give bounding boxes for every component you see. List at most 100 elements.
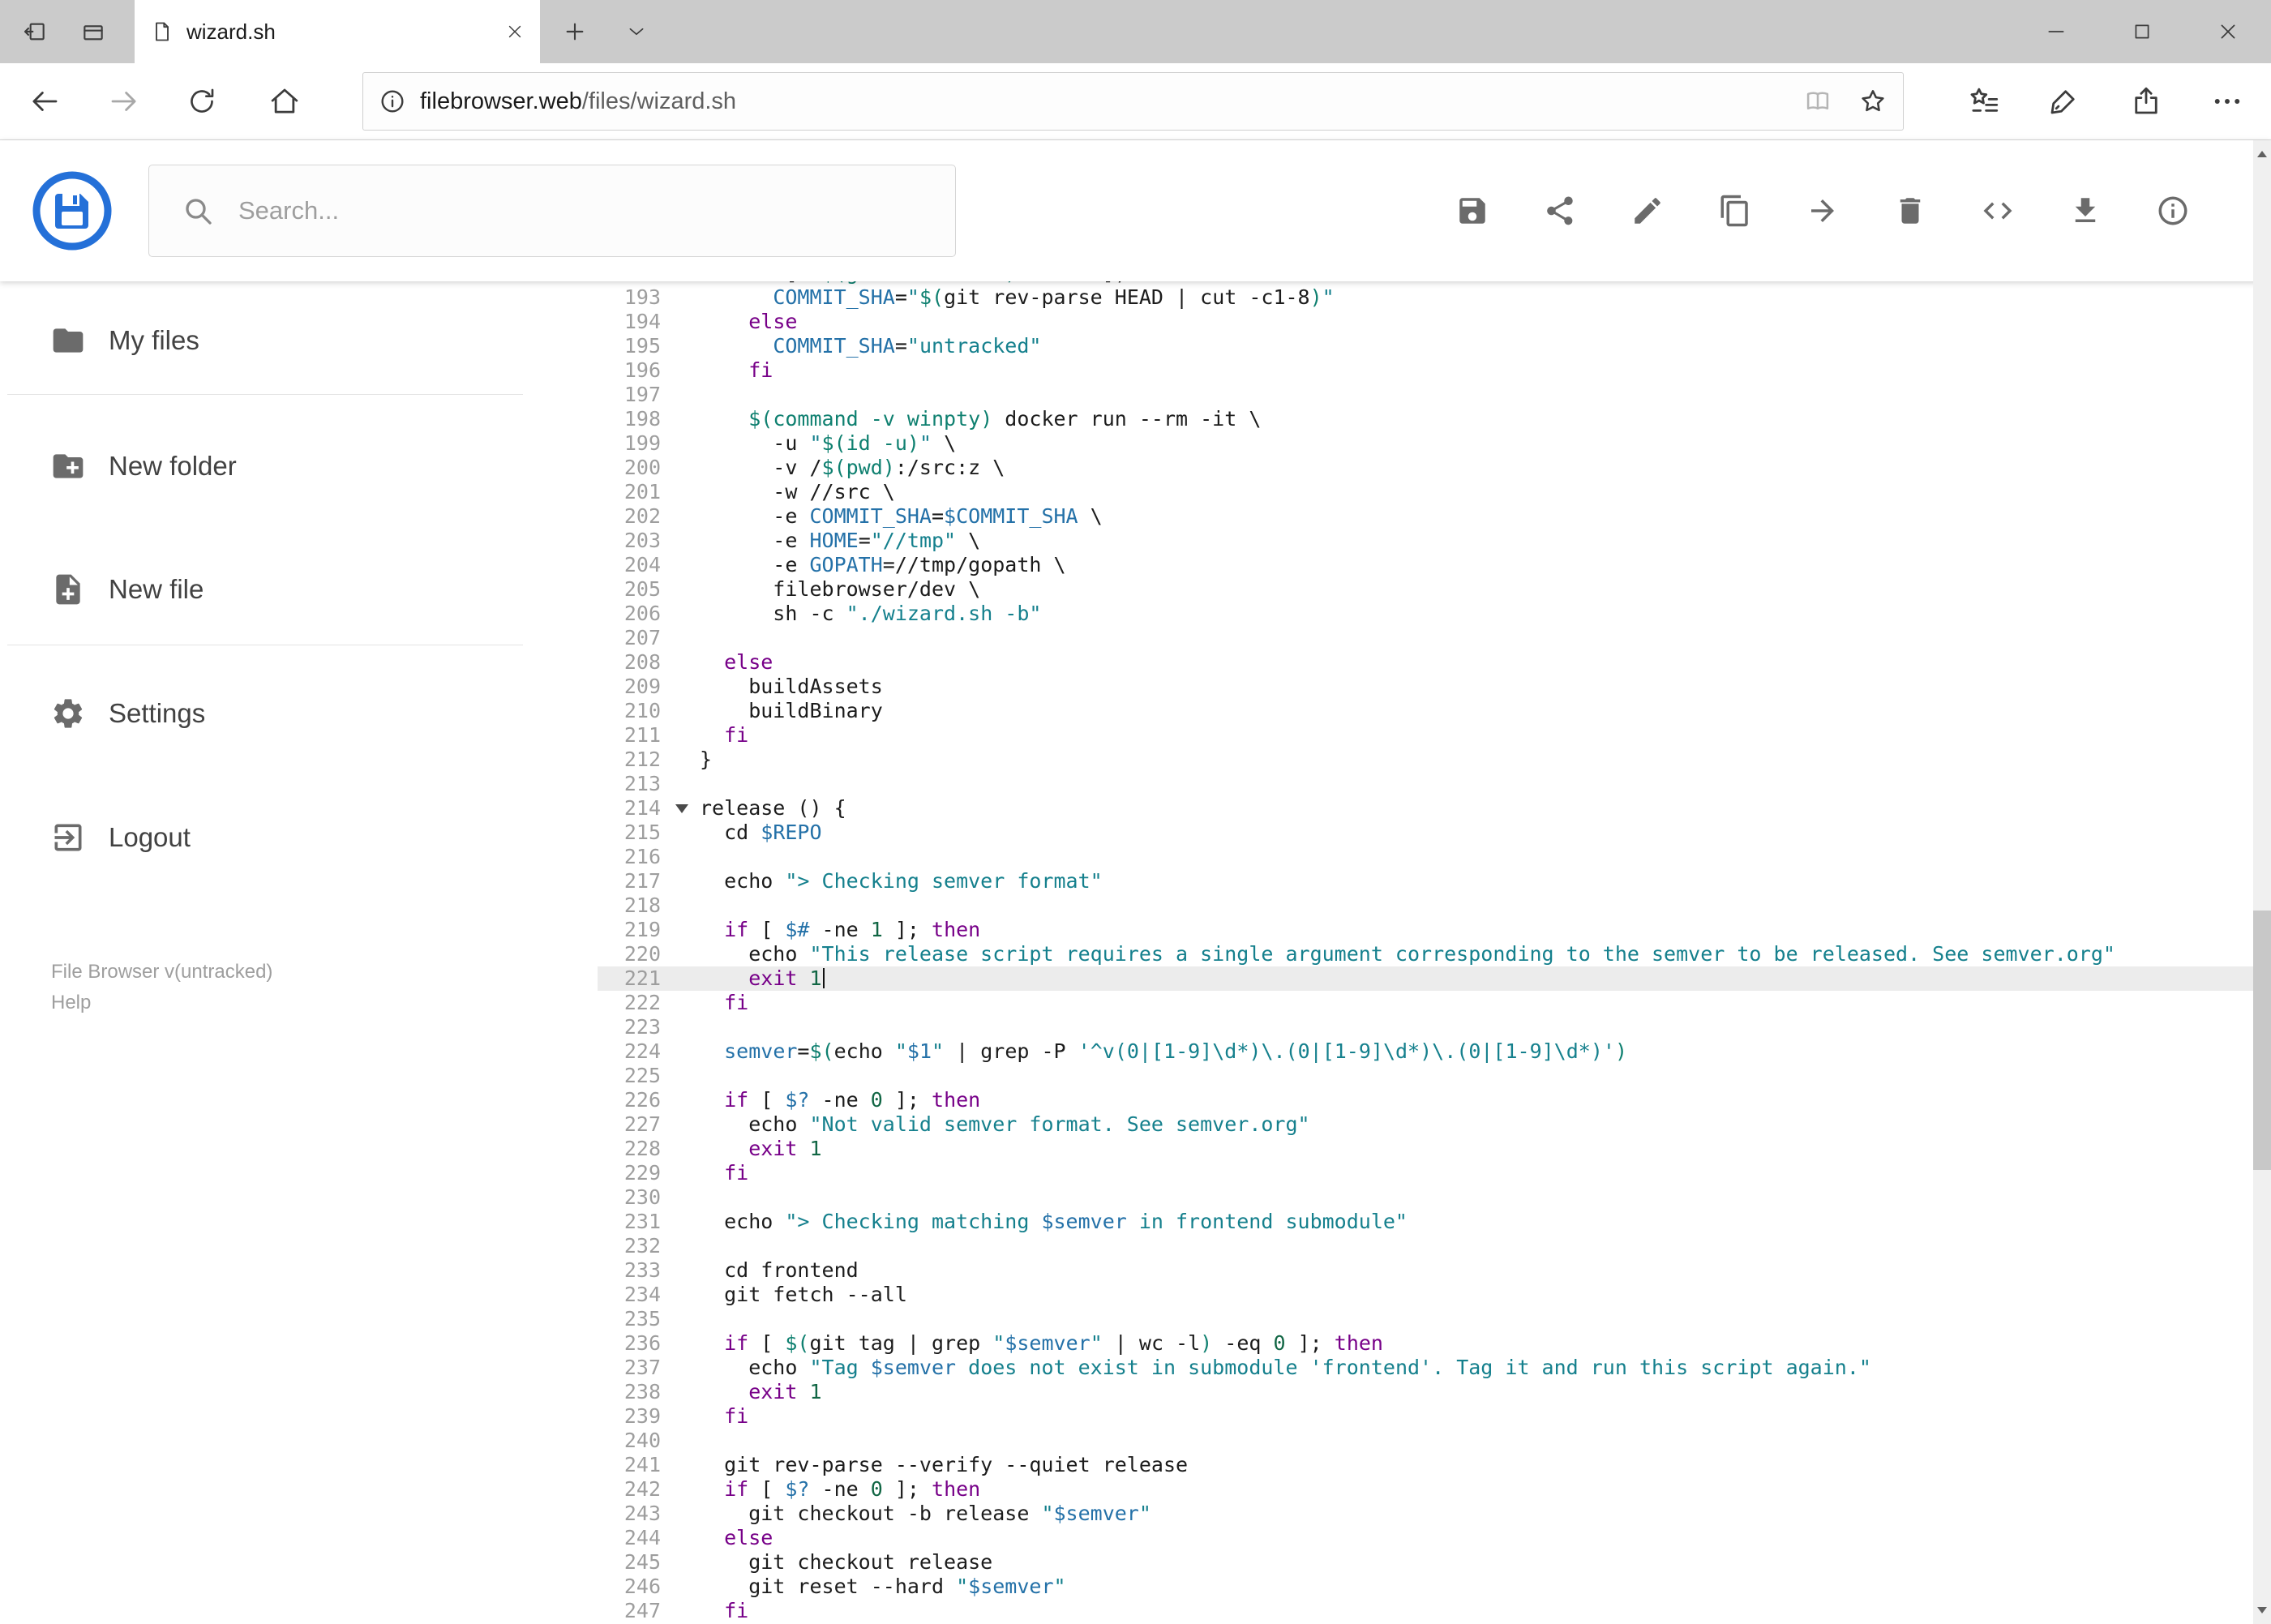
sidebar-item-logout[interactable]: Logout [0,793,598,882]
code-line[interactable]: 239 fi [598,1404,2253,1429]
refresh-icon[interactable] [175,63,229,139]
scrollbar-thumb[interactable] [2253,911,2271,1170]
code-line[interactable]: 205 filebrowser/dev \ [598,577,2253,602]
tab-close-icon[interactable] [506,23,524,41]
code-line[interactable]: 247 fi [598,1599,2253,1623]
scroll-down-icon[interactable] [2253,1596,2271,1624]
code-line[interactable]: 217 echo "> Checking semver format" [598,869,2253,893]
help-link[interactable]: Help [51,988,272,1018]
code-line[interactable]: 236 if [ $(git tag | grep "$semver" | wc… [598,1331,2253,1356]
code-line[interactable]: 229 fi [598,1161,2253,1185]
search-bar[interactable] [148,165,956,257]
set-tabs-aside-icon[interactable] [10,0,60,63]
minimize-icon[interactable] [2013,0,2099,63]
scroll-up-icon[interactable] [2253,140,2271,168]
info-icon[interactable] [2156,194,2190,228]
code-line[interactable]: 240 [598,1429,2253,1453]
code-line[interactable]: 220 echo "This release script requires a… [598,942,2253,966]
code-editor[interactable]: 192 if [ "$(git status -s)" = "" ]; then… [598,281,2253,1624]
code-line[interactable]: 200 -v /$(pwd):/src:z \ [598,456,2253,480]
sidebar-item-new-folder[interactable]: New folder [0,422,598,511]
code-line[interactable]: 245 git checkout release [598,1550,2253,1575]
forward-icon[interactable] [97,63,151,139]
code-line[interactable]: 207 [598,626,2253,650]
address-bar[interactable]: filebrowser.web/files/wizard.sh [362,72,1904,131]
code-line[interactable]: 202 -e COMMIT_SHA=$COMMIT_SHA \ [598,504,2253,529]
search-input[interactable] [237,195,944,226]
code-line[interactable]: 221 exit 1 [598,966,2253,991]
code-line[interactable]: 196 fi [598,358,2253,383]
code-line[interactable]: 199 -u "$(id -u)" \ [598,431,2253,456]
code-line[interactable]: 216 [598,845,2253,869]
code-line[interactable]: 227 echo "Not valid semver format. See s… [598,1112,2253,1137]
code-line[interactable]: 197 [598,383,2253,407]
code-line[interactable]: 215 cd $REPO [598,821,2253,845]
code-line[interactable]: 210 buildBinary [598,699,2253,723]
share-page-icon[interactable] [2115,63,2178,139]
web-note-pen-icon[interactable] [2032,63,2095,139]
delete-trash-icon[interactable] [1893,194,1927,228]
code-line[interactable]: 238 exit 1 [598,1380,2253,1404]
code-line[interactable]: 218 [598,893,2253,918]
code-line[interactable]: 231 echo "> Checking matching $semver in… [598,1210,2253,1234]
code-line[interactable]: 234 git fetch --all [598,1283,2253,1307]
code-line[interactable]: 224 semver=$(echo "$1" | grep -P '^v(0|[… [598,1039,2253,1064]
code-line[interactable]: 209 buildAssets [598,675,2253,699]
page-scrollbar[interactable] [2253,140,2271,1624]
code-line[interactable]: 226 if [ $? -ne 0 ]; then [598,1088,2253,1112]
download-icon[interactable] [2068,194,2102,228]
code-line[interactable]: 230 [598,1185,2253,1210]
code-line[interactable]: 219 if [ $# -ne 1 ]; then [598,918,2253,942]
home-icon[interactable] [258,63,311,139]
new-tab-icon[interactable] [548,0,602,63]
code-line[interactable]: 222 fi [598,991,2253,1015]
tab-list-chevron-icon[interactable] [610,0,663,63]
share-icon[interactable] [1543,194,1577,228]
code-line[interactable]: 244 else [598,1526,2253,1550]
close-window-icon[interactable] [2185,0,2271,63]
move-arrow-icon[interactable] [1806,194,1840,228]
code-line[interactable]: 208 else [598,650,2253,675]
code-line[interactable]: 198 $(command -v winpty) docker run --rm… [598,407,2253,431]
code-line[interactable]: 232 [598,1234,2253,1258]
code-line[interactable]: 201 -w //src \ [598,480,2253,504]
add-favorite-star-icon[interactable] [1858,86,1888,117]
code-line[interactable]: 214 release () { [598,796,2253,821]
site-info-icon[interactable] [378,87,407,116]
code-line[interactable]: 237 echo "Tag $semver does not exist in … [598,1356,2253,1380]
save-icon[interactable] [1455,194,1489,228]
fold-arrow-icon[interactable] [675,804,688,813]
sidebar-item-new-file[interactable]: New file [0,545,598,634]
rename-pencil-icon[interactable] [1630,194,1665,228]
code-line[interactable]: 204 -e GOPATH=//tmp/gopath \ [598,553,2253,577]
code-line[interactable]: 246 git reset --hard "$semver" [598,1575,2253,1599]
code-line[interactable]: 241 git rev-parse --verify --quiet relea… [598,1453,2253,1477]
more-menu-icon[interactable] [2196,63,2259,139]
code-line[interactable]: 228 exit 1 [598,1137,2253,1161]
code-line[interactable]: 203 -e HOME="//tmp" \ [598,529,2253,553]
tab-preview-icon[interactable] [68,0,118,63]
maximize-icon[interactable] [2099,0,2185,63]
code-line[interactable]: 211 fi [598,723,2253,748]
favorites-hub-icon[interactable] [1952,63,2016,139]
code-view-icon[interactable] [1981,194,2015,228]
back-icon[interactable] [18,63,71,139]
sidebar-item-my-files[interactable]: My files [0,296,598,385]
code-line[interactable]: 235 [598,1307,2253,1331]
code-line[interactable]: 225 [598,1064,2253,1088]
code-line[interactable]: 243 git checkout -b release "$semver" [598,1502,2253,1526]
code-line[interactable]: 233 cd frontend [598,1258,2253,1283]
reading-view-icon[interactable] [1802,86,1833,117]
code-line[interactable]: 212} [598,748,2253,772]
code-line[interactable]: 195 COMMIT_SHA="untracked" [598,334,2253,358]
code-line[interactable]: 223 [598,1015,2253,1039]
filebrowser-logo-icon[interactable] [32,170,113,251]
code-line[interactable]: 213 [598,772,2253,796]
sidebar-item-settings[interactable]: Settings [0,669,598,758]
code-line[interactable]: 206 sh -c "./wizard.sh -b" [598,602,2253,626]
browser-tab[interactable]: wizard.sh [135,0,540,63]
copy-icon[interactable] [1718,194,1752,228]
code-line[interactable]: 242 if [ $? -ne 0 ]; then [598,1477,2253,1502]
code-line[interactable]: 193 COMMIT_SHA="$(git rev-parse HEAD | c… [598,285,2253,310]
code-line[interactable]: 194 else [598,310,2253,334]
